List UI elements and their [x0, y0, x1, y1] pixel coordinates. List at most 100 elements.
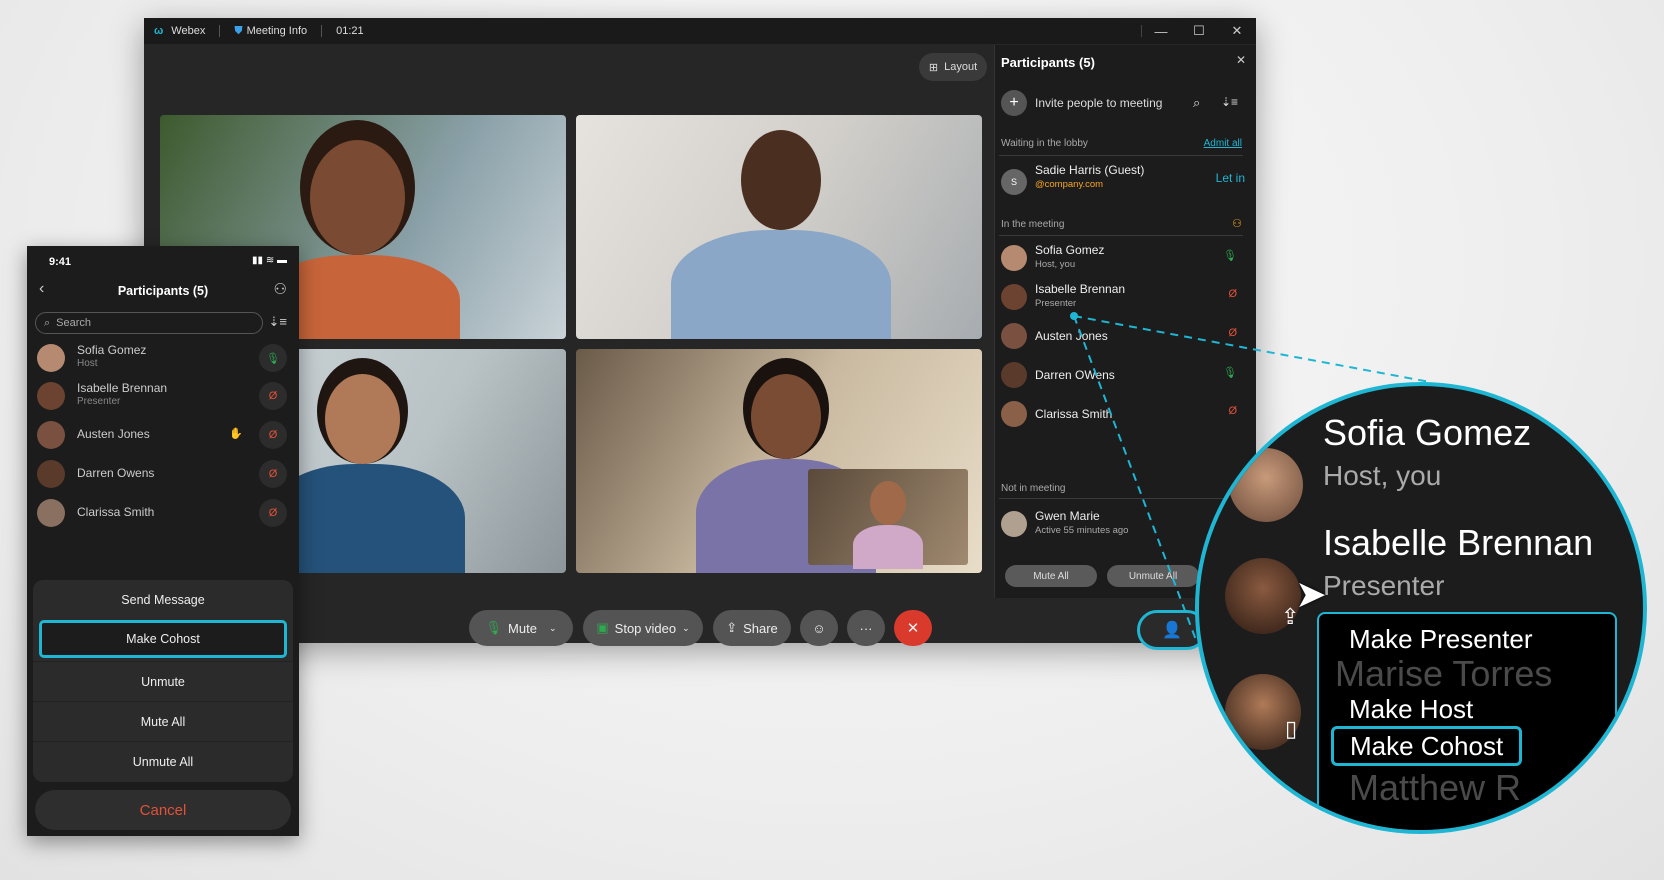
webex-meeting-window: ω Webex ⛊ Meeting Info 01:21 — ☐ ✕ ⊞ Layou…: [144, 18, 1256, 650]
participants-icon: 👤: [1162, 622, 1182, 639]
emoji-icon: ☺: [812, 620, 826, 636]
microphone-muted-icon[interactable]: Ø: [259, 460, 287, 488]
let-in-button[interactable]: Let in: [1216, 171, 1245, 185]
participant-row[interactable]: Sofia Gomez Host 🎙: [27, 339, 299, 378]
participant-row[interactable]: Darren Owens Ø: [27, 455, 299, 494]
close-window-icon[interactable]: ✕: [1218, 18, 1256, 44]
chevron-down-icon[interactable]: ⌄: [682, 623, 690, 634]
participant-name: Darren OWens: [1035, 368, 1115, 382]
layout-label: Layout: [944, 61, 978, 73]
avatar: [1001, 284, 1027, 310]
close-icon: ✕: [906, 620, 920, 637]
mouse-cursor-icon: ➤: [1295, 574, 1327, 616]
signal-wifi-battery-icon: ▮▮ ≋ ▬: [252, 255, 287, 266]
participant-name: Gwen Marie: [1035, 509, 1100, 523]
sort-icon[interactable]: ⇣≡: [269, 314, 287, 330]
admit-all-link[interactable]: Admit all: [1204, 138, 1242, 149]
obscured-name: Matthew R: [1349, 767, 1522, 808]
grid-icon: ⊞: [928, 61, 939, 74]
magnifier-callout: Sofia Gomez Host, you ⇪ Isabelle Brennan…: [1195, 382, 1647, 834]
lobby-row[interactable]: S Sadie Harris (Guest) @company.com Let …: [995, 161, 1245, 199]
avatar: [1001, 245, 1027, 271]
participant-role: Host, you: [1035, 259, 1076, 270]
unmute-all-option[interactable]: Unmute All: [33, 741, 293, 781]
chevron-down-icon[interactable]: ⌄: [549, 623, 557, 634]
make-cohost-option[interactable]: Make Cohost: [39, 620, 287, 658]
maximize-icon[interactable]: ☐: [1180, 18, 1218, 44]
more-options-button[interactable]: ···: [847, 610, 885, 646]
divider: [999, 498, 1243, 499]
reactions-button[interactable]: ☺: [800, 610, 838, 646]
participant-name: Sofia Gomez: [1035, 243, 1105, 257]
send-message-option[interactable]: Send Message: [33, 580, 293, 620]
search-icon: ⌕: [44, 316, 51, 329]
share-button[interactable]: ⇪ Share: [713, 610, 791, 646]
add-participant-icon[interactable]: ⚇: [274, 280, 287, 298]
search-icon[interactable]: ⌕: [1193, 95, 1200, 111]
microphone-on-icon[interactable]: 🎙: [259, 344, 287, 372]
zoomed-name: Sofia Gomez: [1323, 412, 1532, 453]
ellipsis-icon: ···: [859, 620, 873, 636]
make-presenter-option[interactable]: Make Presenter: [1349, 626, 1533, 652]
microphone-muted-icon[interactable]: Ø: [259, 382, 287, 410]
participant-row[interactable]: Isabelle Brennan Presenter Ø: [27, 377, 299, 416]
leave-meeting-button[interactable]: ✕: [894, 610, 932, 646]
zoomed-role: Presenter: [1323, 570, 1445, 601]
search-input[interactable]: ⌕ Search: [35, 312, 263, 334]
search-placeholder: Search: [56, 317, 92, 329]
meeting-info-label: Meeting Info: [246, 25, 308, 37]
microphone-muted-icon[interactable]: Ø: [1228, 327, 1237, 339]
mute-all-button[interactable]: Mute All: [1005, 565, 1097, 587]
participant-row[interactable]: Austen Jones ✋ Ø: [27, 416, 299, 455]
avatar: [37, 344, 65, 372]
mobile-device-icon: ▯: [1285, 716, 1298, 741]
participant-row[interactable]: Darren OWens 🎙: [995, 358, 1245, 396]
mute-button[interactable]: 🎙 Mute ⌄: [469, 610, 573, 646]
self-view-tile[interactable]: [808, 469, 968, 569]
phone-title: Participants (5): [117, 284, 209, 298]
unmute-all-button[interactable]: Unmute All: [1107, 565, 1199, 587]
make-host-option[interactable]: Make Host: [1349, 696, 1473, 722]
avatar: S: [1001, 169, 1027, 195]
avatar: [1001, 401, 1027, 427]
mobile-app: 9:41 ▮▮ ≋ ▬ ‹ Participants (5) ⚇ ⌕ Search…: [27, 246, 299, 836]
close-panel-icon[interactable]: ✕: [1236, 53, 1246, 67]
app-name: Webex: [171, 25, 206, 37]
microphone-on-icon[interactable]: 🎙: [1223, 366, 1237, 379]
avatar: [1229, 448, 1303, 522]
participant-row[interactable]: Austen Jones Ø: [995, 319, 1245, 357]
participant-row[interactable]: Isabelle Brennan Presenter Ø: [995, 280, 1245, 318]
participant-row[interactable]: Clarissa Smith Ø: [995, 397, 1245, 435]
microphone-muted-icon[interactable]: Ø: [1228, 405, 1237, 417]
participant-name: Isabelle Brennan: [1035, 282, 1126, 296]
avatar: [37, 499, 65, 527]
sort-icon[interactable]: ⇣≡: [1221, 95, 1238, 109]
participant-row[interactable]: Sofia Gomez Host, you 🎙: [995, 241, 1245, 279]
cancel-button[interactable]: Cancel: [35, 790, 291, 830]
avatar: [37, 382, 65, 410]
video-tile[interactable]: [576, 115, 982, 339]
microphone-muted-icon[interactable]: Ø: [259, 499, 287, 527]
plus-icon[interactable]: +: [1001, 90, 1027, 116]
participant-row[interactable]: Clarissa Smith Ø: [27, 494, 299, 533]
participant-name: Sadie Harris (Guest): [1035, 163, 1145, 177]
layout-button[interactable]: ⊞ Layout: [919, 53, 987, 81]
participant-name: Sofia Gomez: [77, 343, 147, 357]
unmute-option[interactable]: Unmute: [33, 661, 293, 701]
webex-logo-icon: ω: [154, 25, 164, 37]
participant-name: Clarissa Smith: [77, 505, 155, 519]
avatar: [1001, 362, 1027, 388]
minimize-icon[interactable]: —: [1142, 18, 1180, 44]
video-tile[interactable]: [576, 349, 982, 573]
meeting-info-button[interactable]: ⛊ Meeting Info: [234, 25, 307, 38]
microphone-on-icon[interactable]: 🎙: [1223, 249, 1237, 262]
invite-people-link[interactable]: Invite people to meeting: [1035, 96, 1162, 110]
video-camera-icon: ▣: [596, 620, 609, 635]
in-meeting-section-label: In the meeting: [1001, 219, 1065, 230]
stop-video-button[interactable]: ▣ Stop video ⌄: [583, 610, 703, 646]
make-cohost-option[interactable]: Make Cohost: [1331, 726, 1523, 766]
microphone-muted-icon[interactable]: Ø: [1228, 288, 1237, 300]
microphone-muted-icon[interactable]: Ø: [259, 421, 287, 449]
mute-all-option[interactable]: Mute All: [33, 701, 293, 741]
zoomed-name: Isabelle Brennan: [1323, 522, 1594, 563]
